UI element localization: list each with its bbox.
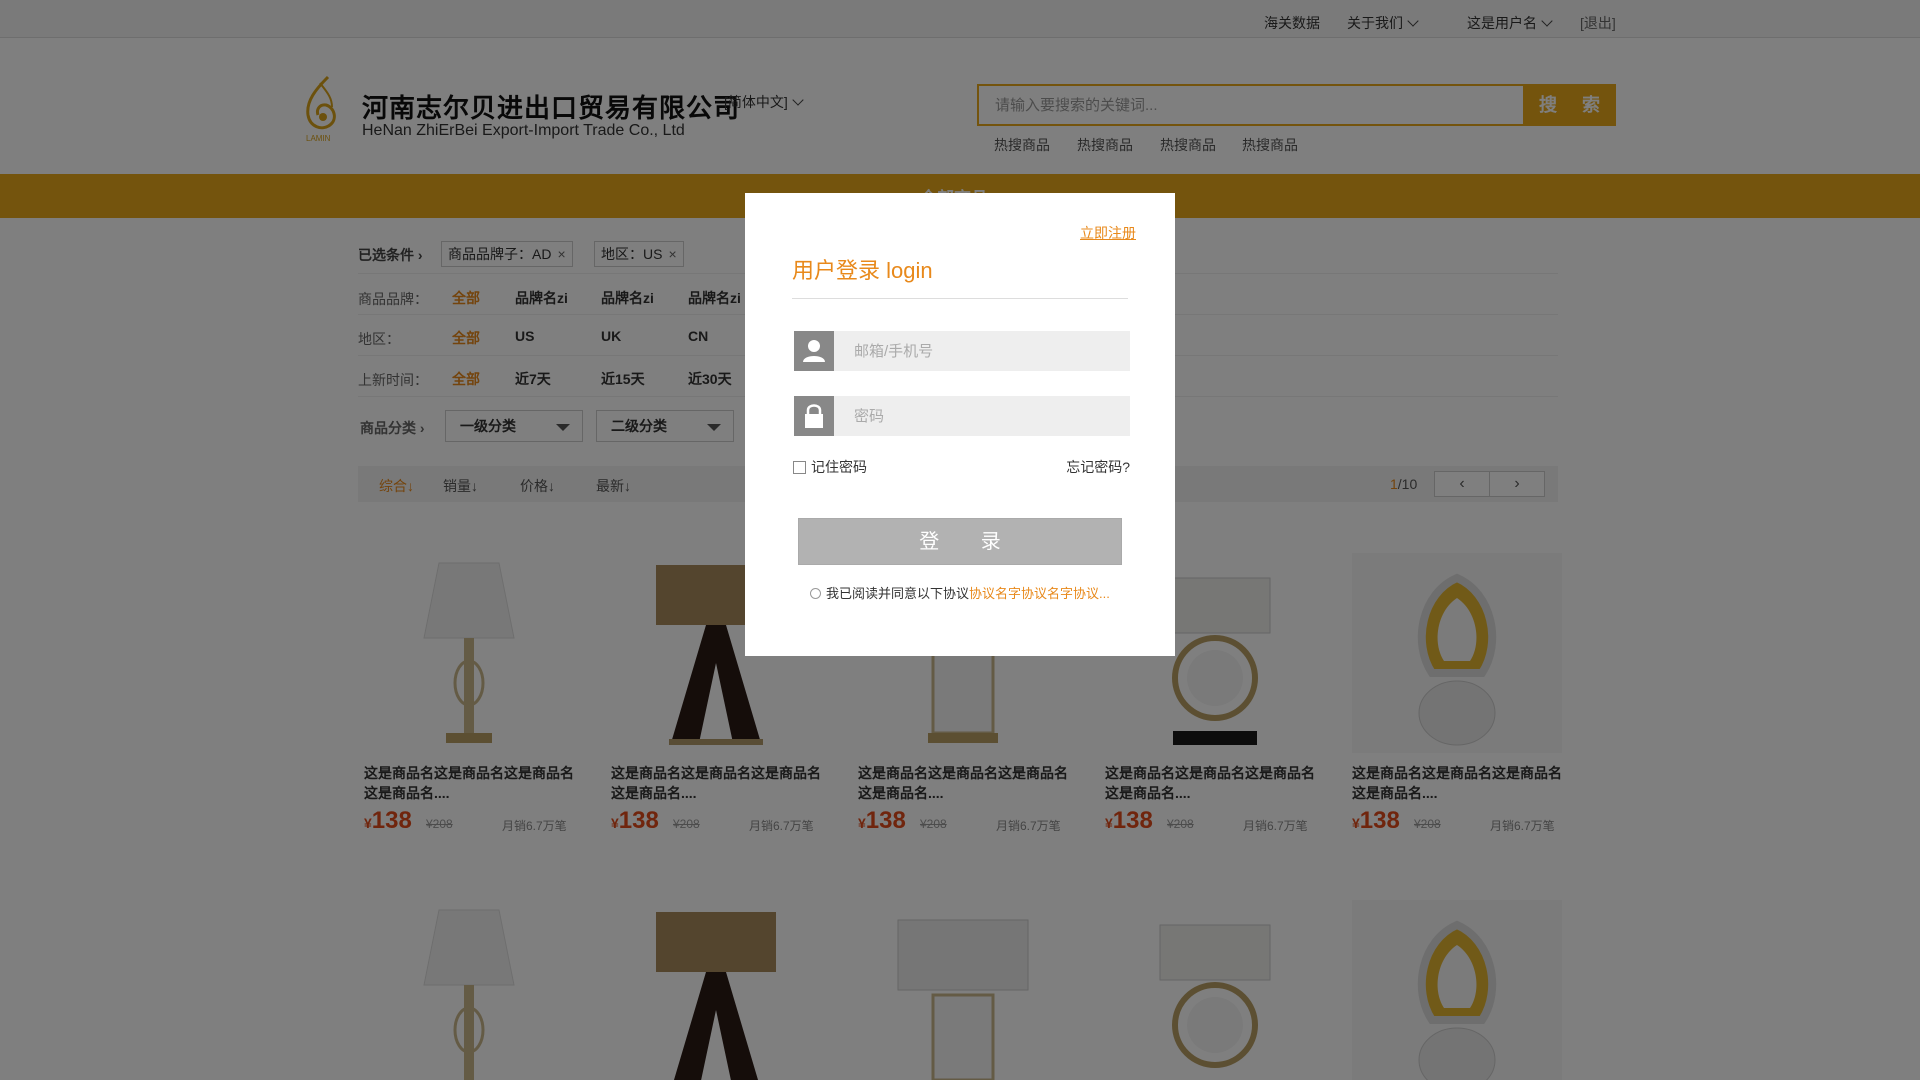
remember-password[interactable]: 记住密码 — [793, 457, 867, 477]
user-icon — [794, 331, 834, 371]
login-button[interactable]: 登 录 — [798, 518, 1122, 565]
login-title: 用户登录 login — [792, 258, 933, 283]
agreement-row: 我已阅读并同意以下协议协议名字协议名字协议... — [810, 583, 1110, 602]
password-field — [794, 396, 1130, 436]
agree-text: 我已阅读并同意以下协议 — [826, 586, 970, 601]
password-input[interactable] — [834, 396, 1130, 436]
forgot-password-link[interactable]: 忘记密码? — [1066, 457, 1130, 477]
agreement-link[interactable]: 协议名字协议名字协议... — [969, 586, 1110, 601]
register-link[interactable]: 立即注册 — [1080, 223, 1136, 243]
agree-radio[interactable] — [810, 588, 821, 599]
remember-checkbox[interactable] — [793, 461, 806, 474]
login-modal: 立即注册 用户登录 login 记住密码 忘记密码? 登 录 我已阅读并同意以下… — [745, 193, 1175, 656]
divider — [792, 298, 1128, 299]
lock-icon — [794, 396, 834, 436]
username-field — [794, 331, 1130, 371]
remember-label: 记住密码 — [811, 459, 867, 475]
username-input[interactable] — [834, 331, 1130, 371]
